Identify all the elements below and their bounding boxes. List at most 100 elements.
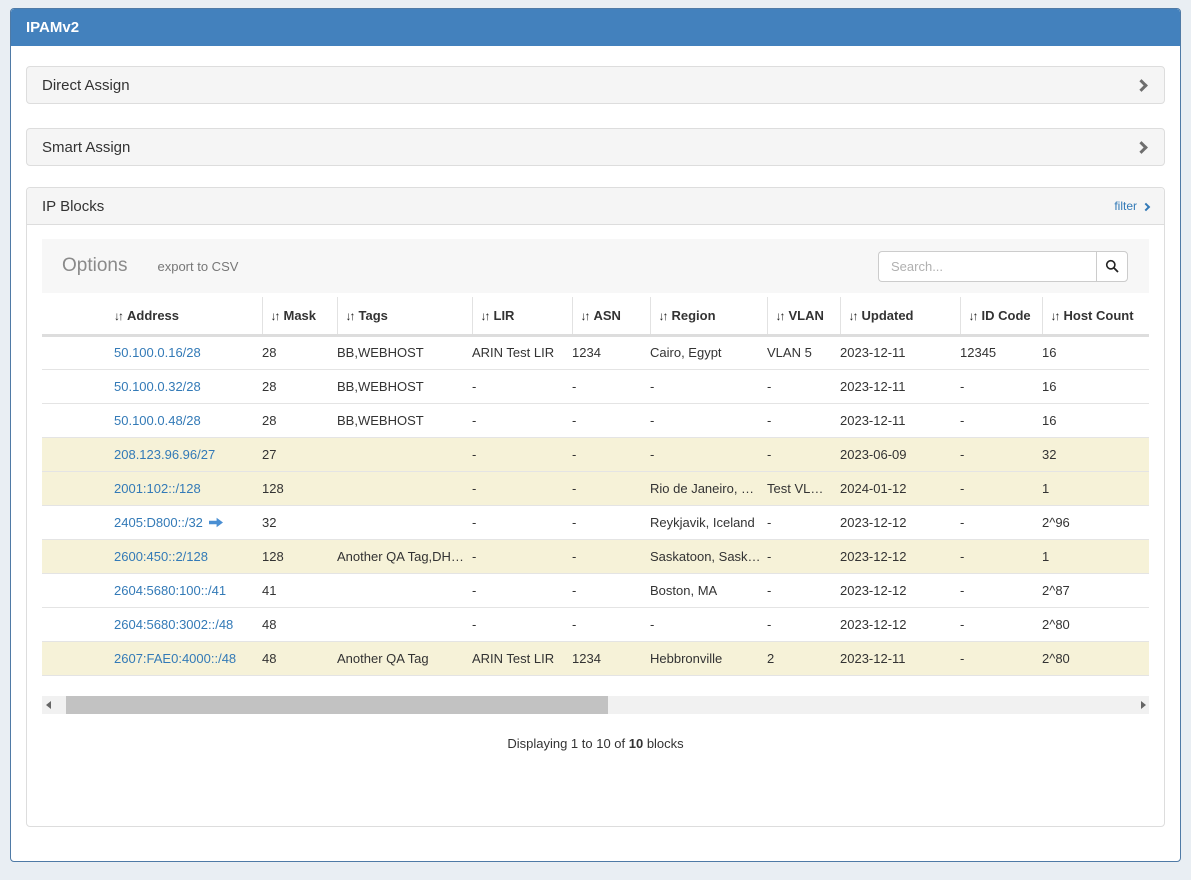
cell-region: Reykjavik, Iceland bbox=[650, 505, 767, 539]
block-address-link[interactable]: 208.123.96.96/27 bbox=[114, 447, 215, 462]
block-address-link[interactable]: 50.100.0.48/28 bbox=[114, 413, 201, 428]
cell-tags: Another QA Tag,DH… bbox=[337, 539, 472, 573]
sort-icon: ↓↑ bbox=[581, 309, 589, 323]
cell-id-code: 12345 bbox=[960, 335, 1042, 369]
block-address-link[interactable]: 2600:450::2/128 bbox=[114, 549, 208, 564]
scrollbar-thumb[interactable] bbox=[66, 696, 608, 714]
ip-blocks-table: ↓↑Address↓↑Mask↓↑Tags↓↑LIR↓↑ASN↓↑Region↓… bbox=[42, 297, 1149, 676]
block-address-link[interactable]: 2604:5680:3002::/48 bbox=[114, 617, 233, 632]
cell-spacer bbox=[42, 369, 114, 403]
column-header-lir[interactable]: ↓↑LIR bbox=[472, 297, 572, 335]
cell-host-count: 1 bbox=[1042, 539, 1149, 573]
column-header-asn[interactable]: ↓↑ASN bbox=[572, 297, 650, 335]
cell-host-count: 2^96 bbox=[1042, 505, 1149, 539]
horizontal-scrollbar[interactable] bbox=[42, 696, 1149, 714]
triangle-right-icon bbox=[1141, 701, 1146, 709]
block-address-link[interactable]: 50.100.0.32/28 bbox=[114, 379, 201, 394]
cell-tags bbox=[337, 573, 472, 607]
sort-icon: ↓↑ bbox=[1051, 309, 1059, 323]
cell-address: 50.100.0.48/28 bbox=[114, 403, 262, 437]
cell-tags: BB,WEBHOST bbox=[337, 335, 472, 369]
app-window: IPAMv2 Direct Assign Smart Assign IP Blo… bbox=[10, 8, 1181, 862]
export-csv-link[interactable]: export to CSV bbox=[157, 259, 238, 274]
scroll-right-button[interactable] bbox=[1137, 701, 1149, 709]
cell-region: Hebbronville bbox=[650, 641, 767, 675]
cell-host-count: 2^80 bbox=[1042, 641, 1149, 675]
cell-address: 2604:5680:3002::/48 bbox=[114, 607, 262, 641]
cell-id-code: - bbox=[960, 573, 1042, 607]
cell-id-code: - bbox=[960, 505, 1042, 539]
assigned-arrow-icon bbox=[209, 517, 223, 528]
cell-tags bbox=[337, 505, 472, 539]
cell-lir: - bbox=[472, 403, 572, 437]
cell-id-code: - bbox=[960, 539, 1042, 573]
cell-id-code: - bbox=[960, 369, 1042, 403]
cell-id-code: - bbox=[960, 607, 1042, 641]
app-header: IPAMv2 bbox=[11, 9, 1180, 46]
cell-asn: - bbox=[572, 505, 650, 539]
block-address-link[interactable]: 2001:102::/128 bbox=[114, 481, 201, 496]
ip-blocks-header: IP Blocks filter bbox=[27, 188, 1164, 225]
block-address-link[interactable]: 2604:5680:100::/41 bbox=[114, 583, 226, 598]
cell-host-count: 1 bbox=[1042, 471, 1149, 505]
cell-updated: 2023-12-12 bbox=[840, 573, 960, 607]
ip-blocks-title: IP Blocks bbox=[42, 198, 104, 215]
block-address-link[interactable]: 2607:FAE0:4000::/48 bbox=[114, 651, 236, 666]
cell-tags bbox=[337, 607, 472, 641]
cell-id-code: - bbox=[960, 437, 1042, 471]
cell-tags: Another QA Tag bbox=[337, 641, 472, 675]
cell-asn: - bbox=[572, 403, 650, 437]
cell-address: 50.100.0.32/28 bbox=[114, 369, 262, 403]
column-header-id-code[interactable]: ↓↑ID Code bbox=[960, 297, 1042, 335]
cell-asn: - bbox=[572, 437, 650, 471]
cell-region: - bbox=[650, 437, 767, 471]
cell-lir: - bbox=[472, 573, 572, 607]
scrollbar-track[interactable] bbox=[54, 696, 1137, 714]
cell-region: Rio de Janeiro, … bbox=[650, 471, 767, 505]
cell-spacer bbox=[42, 403, 114, 437]
cell-spacer bbox=[42, 437, 114, 471]
cell-spacer bbox=[42, 641, 114, 675]
cell-updated: 2023-12-11 bbox=[840, 641, 960, 675]
cell-mask: 128 bbox=[262, 471, 337, 505]
search-button[interactable] bbox=[1096, 251, 1128, 282]
sort-icon: ↓↑ bbox=[659, 309, 667, 323]
column-header-region[interactable]: ↓↑Region bbox=[650, 297, 767, 335]
cell-asn: - bbox=[572, 607, 650, 641]
column-header-mask[interactable]: ↓↑Mask bbox=[262, 297, 337, 335]
cell-tags: BB,WEBHOST bbox=[337, 369, 472, 403]
block-address-link[interactable]: 50.100.0.16/28 bbox=[114, 345, 201, 360]
scroll-left-button[interactable] bbox=[42, 701, 54, 709]
smart-assign-panel[interactable]: Smart Assign bbox=[26, 128, 1165, 166]
cell-vlan: - bbox=[767, 505, 840, 539]
cell-tags bbox=[337, 437, 472, 471]
sort-icon: ↓↑ bbox=[849, 309, 857, 323]
direct-assign-panel[interactable]: Direct Assign bbox=[26, 66, 1165, 104]
smart-assign-label: Smart Assign bbox=[42, 139, 130, 156]
cell-updated: 2023-06-09 bbox=[840, 437, 960, 471]
ip-blocks-panel: IP Blocks filter Options export to CSV bbox=[26, 187, 1165, 827]
cell-address: 2001:102::/128 bbox=[114, 471, 262, 505]
cell-lir: - bbox=[472, 437, 572, 471]
column-header-updated[interactable]: ↓↑Updated bbox=[840, 297, 960, 335]
search-input[interactable] bbox=[878, 251, 1096, 282]
block-address-link[interactable]: 2405:D800::/32 bbox=[114, 515, 203, 530]
direct-assign-label: Direct Assign bbox=[42, 77, 130, 94]
column-header-host-count[interactable]: ↓↑Host Count bbox=[1042, 297, 1149, 335]
cell-host-count: 2^80 bbox=[1042, 607, 1149, 641]
cell-lir: - bbox=[472, 539, 572, 573]
column-header-address[interactable]: ↓↑Address bbox=[114, 297, 262, 335]
cell-updated: 2024-01-12 bbox=[840, 471, 960, 505]
cell-region: - bbox=[650, 369, 767, 403]
cell-lir: ARIN Test LIR bbox=[472, 335, 572, 369]
cell-spacer bbox=[42, 607, 114, 641]
column-header-vlan[interactable]: ↓↑VLAN bbox=[767, 297, 840, 335]
filter-link[interactable]: filter bbox=[1114, 199, 1149, 213]
table-body: 50.100.0.16/2828BB,WEBHOSTARIN Test LIR1… bbox=[42, 335, 1149, 675]
cell-updated: 2023-12-12 bbox=[840, 539, 960, 573]
sort-icon: ↓↑ bbox=[114, 309, 122, 323]
column-header-tags[interactable]: ↓↑Tags bbox=[337, 297, 472, 335]
cell-asn: - bbox=[572, 539, 650, 573]
cell-updated: 2023-12-12 bbox=[840, 505, 960, 539]
summary-prefix: Displaying 1 to 10 of bbox=[507, 736, 628, 751]
